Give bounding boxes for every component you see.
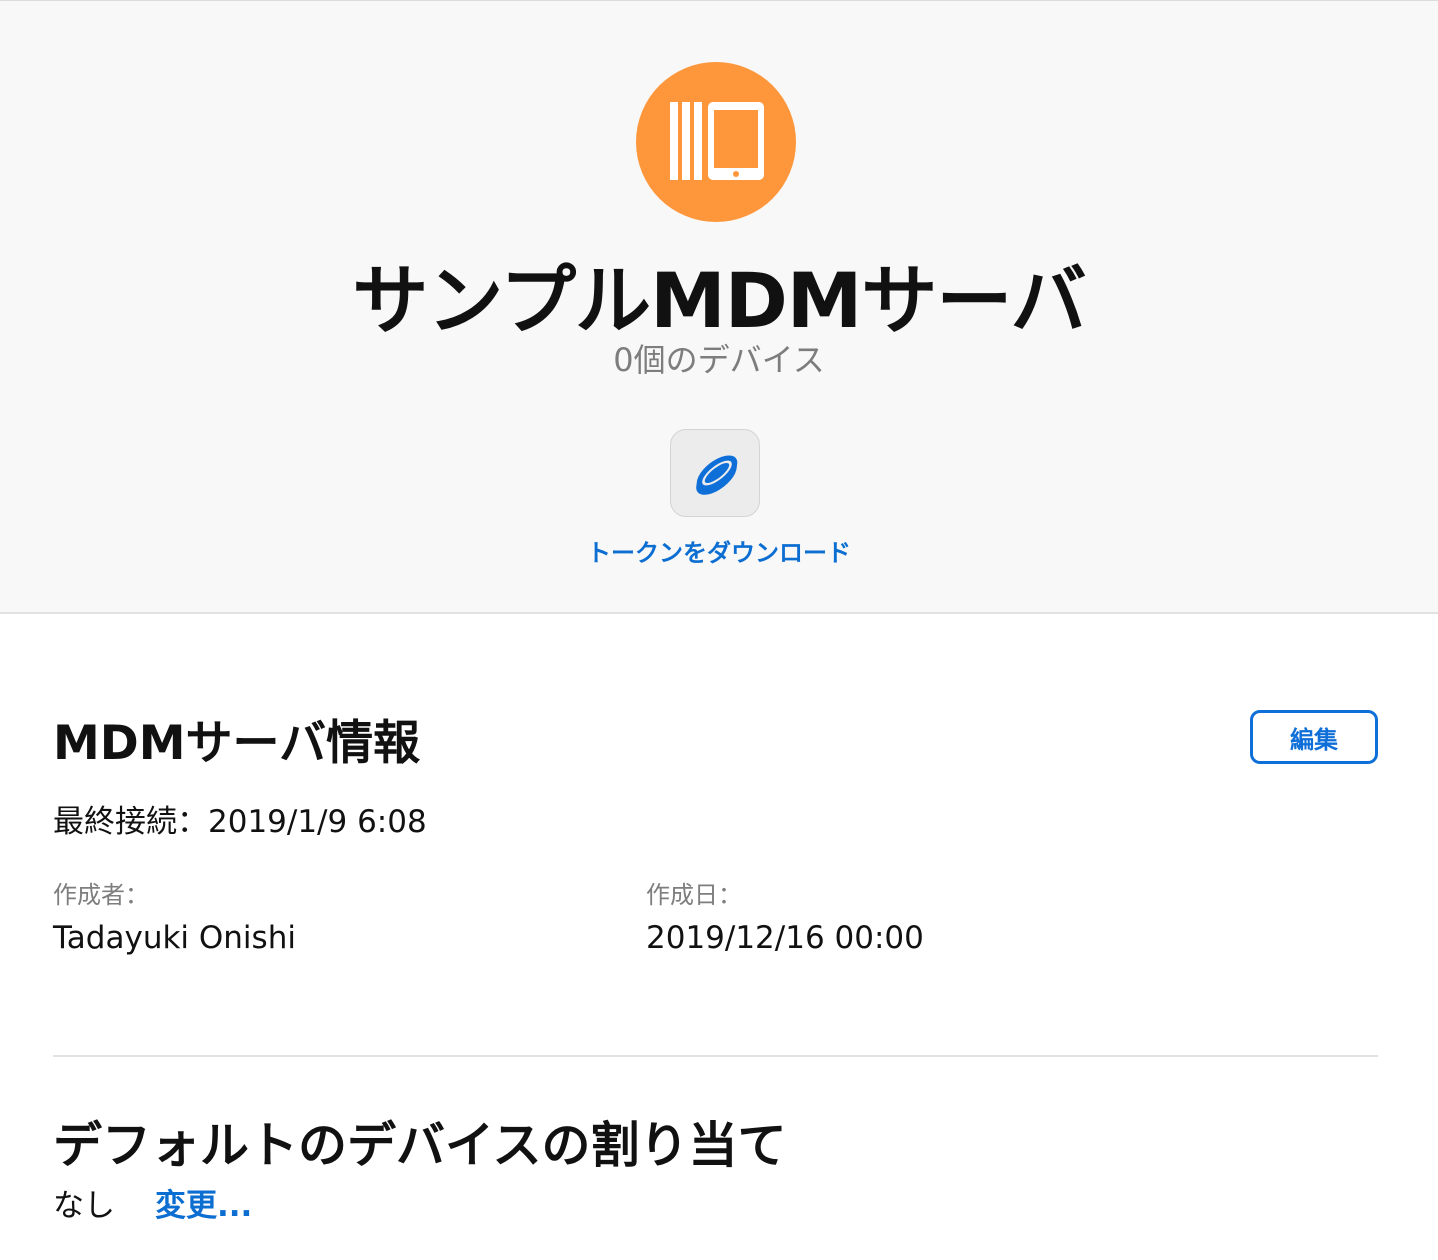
last-connection: 最終接続：2019/1/9 6:08 — [53, 804, 427, 840]
change-assignment-link[interactable]: 変更... — [155, 1180, 252, 1225]
download-token-button[interactable] — [670, 429, 760, 517]
device-count: 0個のデバイス — [613, 341, 825, 379]
device-stack-icon — [670, 102, 764, 180]
download-token-link[interactable]: トークンをダウンロード — [0, 533, 1438, 568]
created-date-label: 作成日： — [646, 881, 742, 909]
default-assignment-title: デフォルトのデバイスの割り当て — [53, 1117, 787, 1174]
server-header: サンプルMDMサーバ 0個のデバイス トークンをダウンロード — [0, 0, 1438, 614]
server-name: サンプルMDMサーバ — [352, 256, 1086, 345]
created-by-label: 作成者： — [53, 881, 149, 909]
edit-button[interactable]: 編集 — [1250, 710, 1378, 764]
created-by-value: Tadayuki Onishi — [53, 920, 296, 956]
created-date-value: 2019/12/16 00:00 — [646, 920, 924, 956]
token-coin-icon — [696, 455, 738, 495]
server-info-title: MDMサーバ情報 — [53, 716, 421, 771]
default-assignment-value: なし — [53, 1188, 115, 1224]
section-divider — [53, 1055, 1378, 1057]
mdm-server-avatar — [636, 62, 796, 222]
